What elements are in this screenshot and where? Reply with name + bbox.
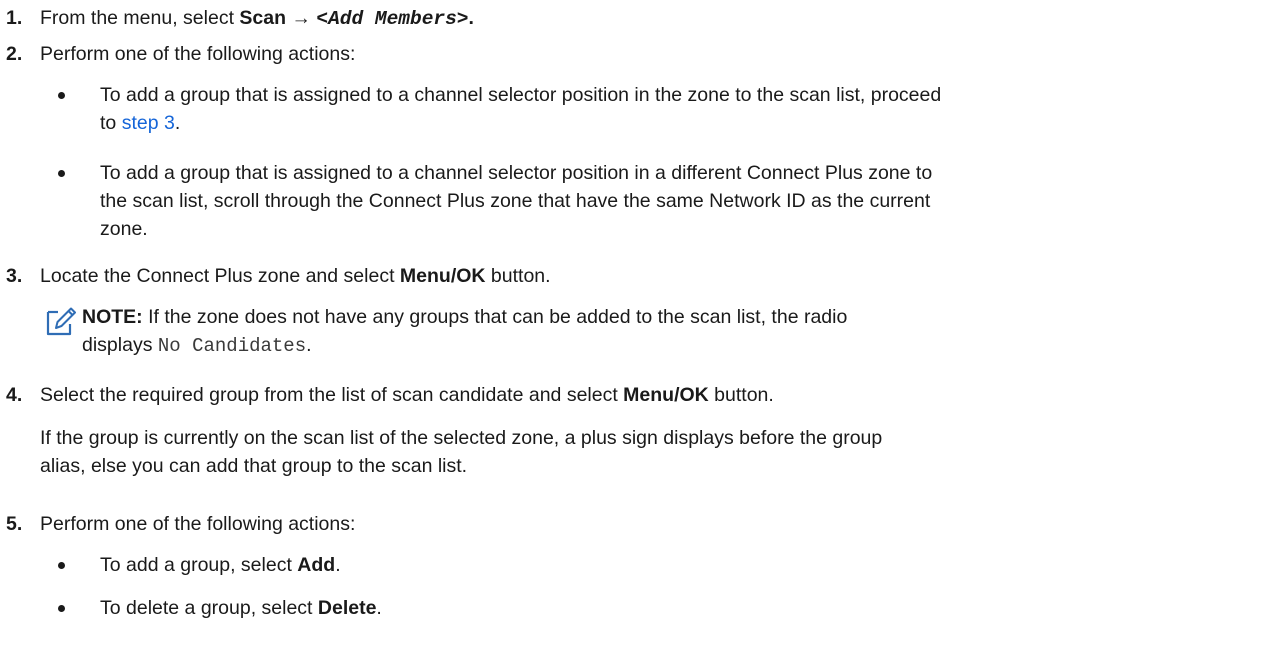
bullet-add-pre: To add a group, select (100, 554, 298, 576)
step-number: 5. (6, 513, 23, 535)
note-text-2-post: . (306, 334, 312, 356)
step-3-link[interactable]: step 3 (122, 112, 175, 134)
bullet-delete-post: . (376, 597, 382, 619)
step-1-pre: From the menu, select (40, 7, 240, 29)
step-4-pre: Select the required group from the list … (40, 384, 624, 406)
step-4-para-line-2: alias, else you can add that group to th… (40, 455, 468, 477)
arrow: → (286, 7, 317, 29)
step-number: 4. (6, 384, 23, 406)
note-text-1: If the zone does not have any groups tha… (142, 306, 848, 328)
step-1-text: From the menu, select Scan → <Add Member… (40, 4, 474, 33)
note-line-1: NOTE: If the zone does not have any grou… (82, 303, 847, 331)
step-4-para-line-1: If the group is currently on the scan li… (40, 427, 883, 449)
bullet-1-pre: to (100, 112, 122, 134)
step-2-bullet-2-line-3: zone. (100, 218, 148, 240)
step-2-bullet-2-line-2: the scan list, scroll through the Connec… (100, 190, 931, 212)
step-5-bullet-2: To delete a group, select Delete. (100, 594, 382, 622)
menu-scan: Scan (239, 7, 287, 29)
bullet-1-post: . (174, 112, 181, 134)
menu-ok-button-label: Menu/OK (399, 265, 486, 287)
step-4-post: button. (708, 384, 774, 406)
step-number: 1. (6, 7, 23, 29)
bullet-icon (58, 92, 65, 99)
step-number: 2. (6, 43, 23, 65)
bullet-icon (58, 562, 65, 569)
step-number: 3. (6, 265, 23, 287)
note-text-2-pre: displays (82, 334, 158, 356)
delete-option: Delete (317, 597, 377, 619)
step-3-text: Locate the Connect Plus zone and select … (40, 262, 551, 290)
step-5-bullet-1: To add a group, select Add. (100, 551, 341, 579)
step-2-bullet-1-line-2: to step 3. (100, 109, 180, 137)
note-label: NOTE: (82, 306, 143, 328)
bullet-icon (58, 605, 65, 612)
step-1-post: . (468, 7, 474, 29)
step-5-text: Perform one of the following actions: (40, 513, 356, 535)
step-2-bullet-1-line-1: To add a group that is assigned to a cha… (100, 84, 942, 106)
step-3-pre: Locate the Connect Plus zone and select (40, 265, 400, 287)
bullet-icon (58, 170, 65, 177)
menu-ok-button-label: Menu/OK (623, 384, 709, 406)
step-4-text: Select the required group from the list … (40, 381, 774, 409)
step-2-bullet-2-line-1: To add a group that is assigned to a cha… (100, 162, 933, 184)
bullet-delete-pre: To delete a group, select (100, 597, 318, 619)
bullet-add-post: . (335, 554, 341, 576)
menu-add-members: <Add Members> (316, 8, 469, 30)
note-line-2: displays No Candidates. (82, 331, 312, 360)
step-2-text: Perform one of the following actions: (40, 43, 356, 65)
add-option: Add (297, 554, 336, 576)
note-pencil-icon (46, 307, 76, 336)
no-candidates-display: No Candidates (157, 335, 307, 357)
step-3-post: button. (485, 265, 551, 287)
